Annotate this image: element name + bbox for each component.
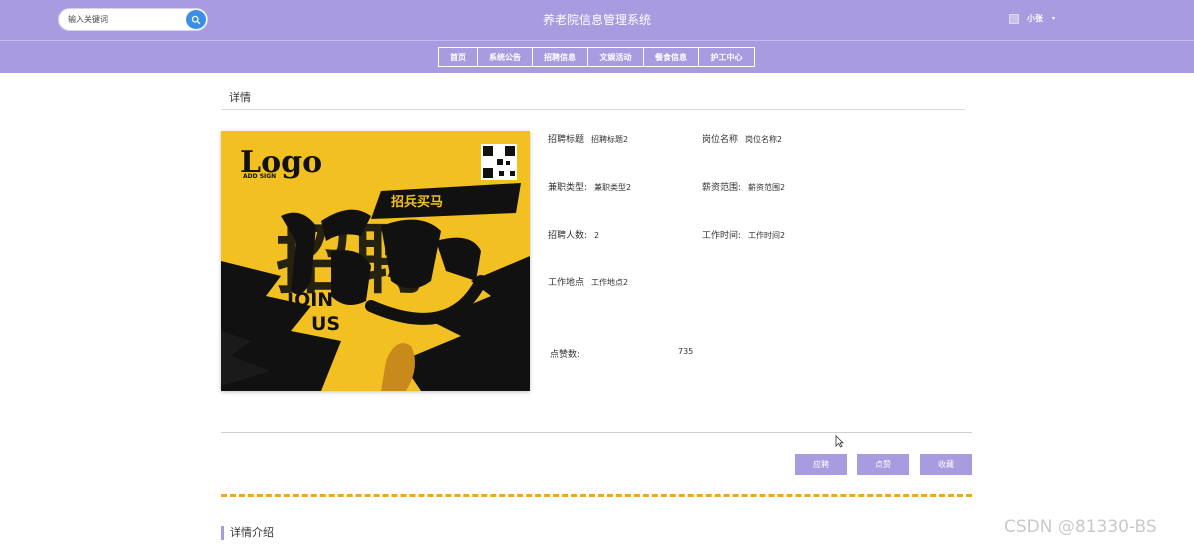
- likes-count: 735: [678, 347, 694, 356]
- nav-item-home[interactable]: 首页: [438, 47, 478, 67]
- nav-item-meals[interactable]: 餐食信息: [643, 47, 699, 67]
- favorite-button[interactable]: 收藏: [920, 454, 972, 475]
- field-label: 招聘标题: [548, 135, 585, 145]
- header: 养老院信息管理系统 小张 ▾: [0, 0, 1194, 40]
- field-work-time: 工作时间: 工作时间2: [702, 228, 785, 241]
- field-salary-range: 薪资范围: 薪资范围2: [702, 180, 785, 193]
- field-label: 兼职类型:: [548, 183, 588, 193]
- field-work-location: 工作地点 工作地点2: [548, 275, 628, 288]
- nav-item-recruitment[interactable]: 招聘信息: [532, 47, 588, 67]
- field-label: 工作时间:: [702, 231, 742, 241]
- field-label: 招聘人数:: [548, 231, 588, 241]
- field-value: 兼职类型2: [594, 183, 632, 192]
- field-label: 岗位名称: [702, 135, 739, 145]
- poster-graphic: Logo ADD SIGN 招兵买马 招聘 JOIN US: [221, 131, 530, 391]
- nav-item-activities[interactable]: 文娱活动: [587, 47, 644, 67]
- poster-badge-text: 招兵买马: [391, 194, 443, 210]
- field-headcount: 招聘人数: 2: [548, 228, 599, 241]
- field-recruit-title: 招聘标题 招聘标题2: [548, 132, 628, 145]
- poster-join-text: JOIN: [285, 289, 333, 311]
- nav-item-announcements[interactable]: 系统公告: [477, 47, 533, 67]
- field-label: 工作地点: [548, 278, 585, 288]
- likes-label: 点赞数:: [550, 350, 581, 360]
- detail-heading-rule: [221, 109, 965, 110]
- mouse-cursor-icon: [835, 433, 844, 452]
- dashed-separator: [221, 494, 972, 497]
- watermark: CSDN @81330-BS: [1004, 517, 1157, 537]
- intro-title: 详情介绍: [221, 526, 274, 540]
- divider: [221, 432, 972, 433]
- field-value: 岗位名称2: [745, 135, 783, 144]
- field-parttime-type: 兼职类型: 兼职类型2: [548, 180, 631, 193]
- user-menu[interactable]: 小张 ▾: [1009, 13, 1055, 24]
- field-label: 薪资范围:: [702, 183, 742, 193]
- field-position-name: 岗位名称 岗位名称2: [702, 132, 782, 145]
- apply-button[interactable]: 应聘: [795, 454, 847, 475]
- user-name[interactable]: 小张: [1027, 13, 1043, 24]
- poster-logo-subtext: ADD SIGN: [243, 173, 276, 180]
- avatar[interactable]: [1009, 13, 1019, 24]
- navbar: 首页 系统公告 招聘信息 文娱活动 餐食信息 护工中心: [0, 40, 1194, 73]
- field-value: 薪资范围2: [748, 183, 786, 192]
- nav-item-caregivers[interactable]: 护工中心: [698, 47, 755, 67]
- field-value: 工作地点2: [591, 278, 629, 287]
- like-button[interactable]: 点赞: [857, 454, 909, 475]
- field-value: 招聘标题2: [591, 135, 629, 144]
- field-value: 工作时间2: [748, 231, 786, 240]
- field-value: 2: [594, 231, 600, 240]
- chevron-down-icon[interactable]: ▾: [1052, 15, 1055, 22]
- nav-list: 首页 系统公告 招聘信息 文娱活动 餐食信息 护工中心: [438, 47, 755, 67]
- poster-us-text: US: [311, 313, 340, 335]
- recruitment-poster-image: Logo ADD SIGN 招兵买马 招聘 JOIN US: [221, 131, 530, 391]
- detail-heading: 详情: [229, 91, 251, 104]
